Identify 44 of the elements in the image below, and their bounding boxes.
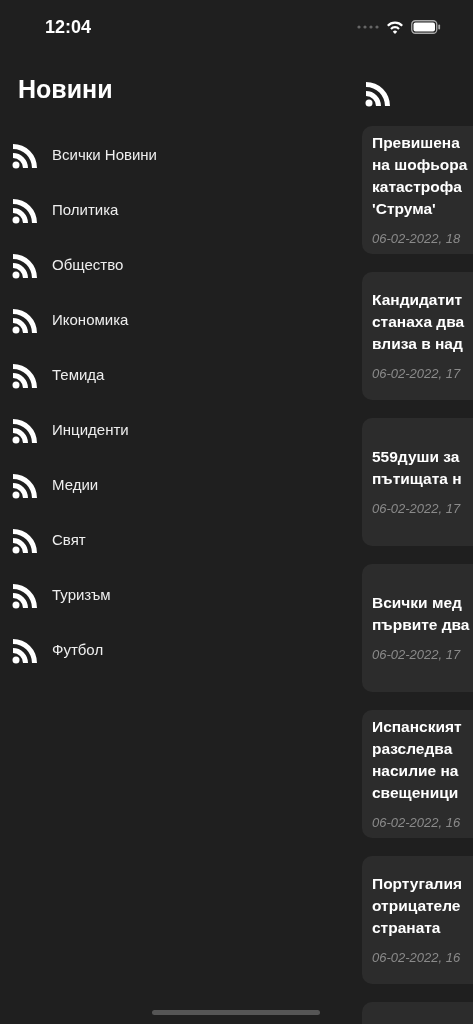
rss-icon[interactable] [365, 81, 391, 107]
rss-icon [12, 582, 38, 609]
article-card[interactable]: 559души за пътищата н 06-02-2022, 17 [362, 418, 473, 546]
article-card[interactable]: Испанският разследва насилие на свещеници 06-02-2022, 16 [362, 710, 473, 838]
wifi-icon [386, 20, 404, 34]
article-title: 559души за пътищата н [372, 446, 463, 489]
article-title: Испанският разследва насилие на свещеници [372, 716, 463, 803]
rss-icon [12, 307, 38, 334]
article-date: 06-02-2022, 18 [372, 229, 462, 248]
category-item[interactable]: Инциденти [0, 403, 340, 458]
article-date: 06-02-2022, 17 [372, 364, 462, 383]
article-date: 06-02-2022, 16 [372, 813, 462, 832]
category-item[interactable]: Общество [0, 238, 340, 293]
category-item[interactable]: Свят [0, 513, 340, 568]
rss-icon [12, 362, 38, 389]
category-item[interactable]: Икономика [0, 293, 340, 348]
article-date: 06-02-2022, 16 [372, 948, 462, 967]
category-item[interactable]: Темида [0, 348, 340, 403]
article-card[interactable]: Португалия отрицателе страната 06-02-2022, 16 [362, 856, 473, 984]
category-item[interactable]: Туризъм [0, 568, 340, 623]
rss-icon [12, 472, 38, 499]
rss-icon [12, 252, 38, 279]
category-item[interactable]: Футбол [0, 623, 340, 678]
article-date: 06-02-2022, 17 [372, 645, 462, 664]
battery-icon [411, 20, 441, 34]
rss-icon [12, 527, 38, 554]
category-item[interactable]: Политика [0, 183, 340, 238]
rss-icon [12, 417, 38, 444]
article-card[interactable]: Превишена на шофьора катастрофа 'Струма' 06-02-2022, 18 [362, 126, 473, 254]
signal-dots-icon [357, 25, 379, 29]
category-item[interactable]: Медии [0, 458, 340, 513]
rss-icon [12, 637, 38, 664]
article-title: Превишена на шофьора катастрофа 'Струма' [372, 132, 469, 219]
article-title: Всички мед първите два [372, 592, 471, 635]
rss-icon [12, 197, 38, 224]
article-date: 06-02-2022, 17 [372, 499, 462, 518]
sidebar-title: Новини [17, 74, 114, 105]
article-title: Кандидатит станаха два влиза в над [372, 289, 466, 354]
article-card[interactable]: Кандидатит станаха два влиза в над 06-02-2022, 17 [362, 272, 473, 400]
category-item[interactable]: Всички Новини [0, 128, 340, 183]
article-card[interactable]: Всички мед първите два 06-02-2022, 17 [362, 564, 473, 692]
rss-icon [12, 142, 38, 169]
status-time: 12:04 [45, 15, 92, 39]
article-title: Португалия отрицателе страната [372, 873, 463, 938]
